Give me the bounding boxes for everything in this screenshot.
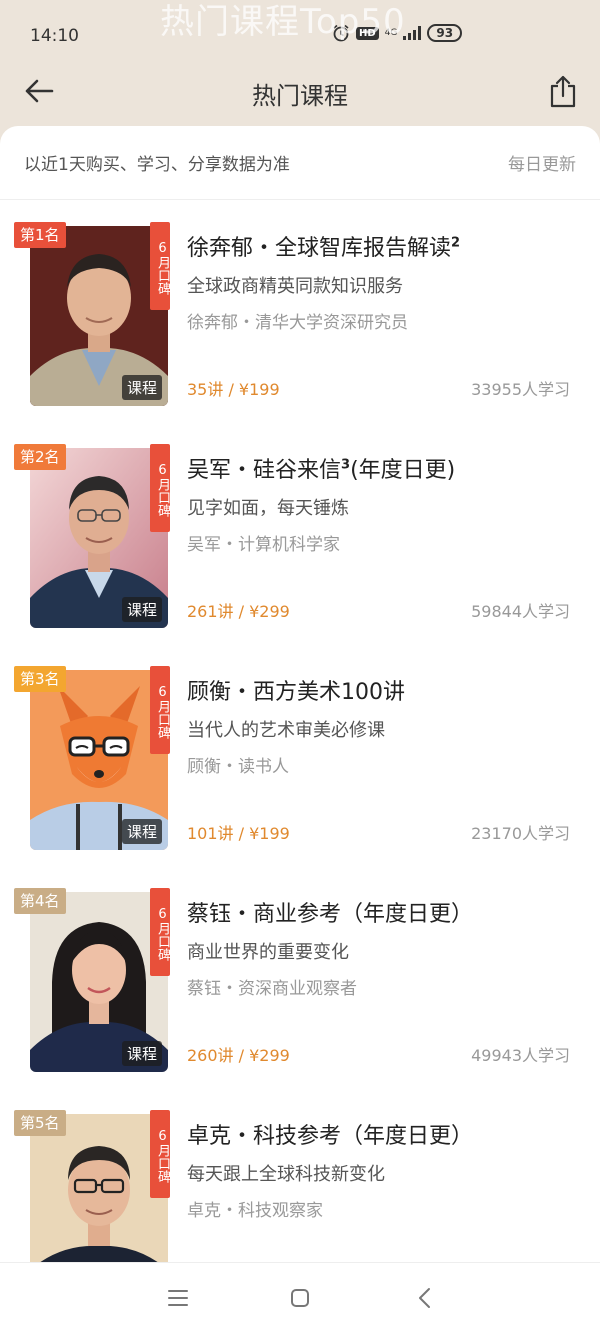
battery-icon: 93 xyxy=(427,24,463,42)
rank-badge: 第1名 xyxy=(14,222,66,248)
course-price: 101讲 / ¥199 xyxy=(187,824,290,843)
month-reputation-badge: 6月口碑 xyxy=(150,444,170,532)
watermark: 热门课程Top50 xyxy=(160,2,406,42)
course-cover[interactable]: 课程 xyxy=(30,892,168,1072)
nav-bar: 热门课程 xyxy=(0,60,600,124)
page-title: 热门课程 xyxy=(252,82,348,110)
course-cover[interactable] xyxy=(30,1114,168,1262)
status-time: 14:10 xyxy=(30,26,79,46)
rank-badge: 第4名 xyxy=(14,888,66,914)
course-type-badge: 课程 xyxy=(121,1041,162,1066)
course-learners: 23170人学习 xyxy=(471,824,570,843)
course-title: 蔡钰・商业参考（年度日更） xyxy=(187,902,474,927)
course-learners: 49943人学习 xyxy=(471,1046,570,1065)
system-navigation-bar xyxy=(0,1262,600,1333)
instructor-portrait xyxy=(30,1114,168,1262)
share-icon[interactable] xyxy=(548,74,578,108)
course-type-badge: 课程 xyxy=(121,819,162,844)
month-reputation-badge: 6月口碑 xyxy=(150,666,170,754)
menu-icon[interactable] xyxy=(165,1285,191,1311)
course-item[interactable]: 课程 第1名 6月口碑 徐奔郁・全球智库报告解读2 全球政商精英同款知识服务 徐… xyxy=(0,208,600,430)
course-author: 徐奔郁・清华大学资深研究员 xyxy=(187,313,408,333)
rank-badge: 第2名 xyxy=(14,444,66,470)
course-item[interactable]: 课程 第2名 6月口碑 吴军・硅谷来信3(年度日更) 见字如面，每天锤炼 吴军・… xyxy=(0,430,600,652)
course-subtitle: 每天跟上全球科技新变化 xyxy=(187,1164,385,1185)
back-chevron-icon[interactable] xyxy=(412,1285,438,1311)
course-author: 顾衡・读书人 xyxy=(187,757,289,777)
rank-badge: 第5名 xyxy=(14,1110,66,1136)
course-author: 吴军・计算机科学家 xyxy=(187,535,340,555)
course-title: 卓克・科技参考（年度日更） xyxy=(187,1124,474,1149)
signal-icon xyxy=(403,26,422,40)
course-cover[interactable]: 课程 xyxy=(30,226,168,406)
course-title: 吴军・硅谷来信3(年度日更) xyxy=(187,457,456,483)
ranking-basis-text: 以近1天购买、学习、分享数据为准 xyxy=(24,155,290,175)
month-reputation-badge: 6月口碑 xyxy=(150,888,170,976)
course-price: 260讲 / ¥299 xyxy=(187,1046,290,1065)
course-learners: 33955人学习 xyxy=(471,380,570,399)
course-subtitle: 全球政商精英同款知识服务 xyxy=(187,276,403,297)
course-title: 顾衡・西方美术100讲 xyxy=(187,680,405,705)
update-frequency-text: 每日更新 xyxy=(508,155,576,175)
course-title: 徐奔郁・全球智库报告解读2 xyxy=(187,235,461,261)
course-learners: 59844人学习 xyxy=(471,602,570,621)
course-type-badge: 课程 xyxy=(121,375,162,400)
course-subtitle: 当代人的艺术审美必修课 xyxy=(187,720,385,741)
course-author: 蔡钰・资深商业观察者 xyxy=(187,979,357,999)
course-price: 35讲 / ¥199 xyxy=(187,380,280,399)
ranking-info-row: 以近1天购买、学习、分享数据为准 每日更新 xyxy=(0,126,600,200)
course-cover[interactable]: 课程 xyxy=(30,670,168,850)
month-reputation-badge: 6月口碑 xyxy=(150,1110,170,1198)
course-item[interactable]: 课程 第3名 6月口碑 顾衡・西方美术100讲 当代人的艺术审美必修课 顾衡・读… xyxy=(0,652,600,874)
course-cover[interactable]: 课程 xyxy=(30,448,168,628)
month-reputation-badge: 6月口碑 xyxy=(150,222,170,310)
course-subtitle: 商业世界的重要变化 xyxy=(187,942,349,963)
course-type-badge: 课程 xyxy=(121,597,162,622)
course-price: 261讲 / ¥299 xyxy=(187,602,290,621)
course-item[interactable]: 第5名 6月口碑 卓克・科技参考（年度日更） 每天跟上全球科技新变化 卓克・科技… xyxy=(0,1096,600,1262)
course-list-panel: 以近1天购买、学习、分享数据为准 每日更新 课程 第1名 6月口碑 徐奔郁・全球… xyxy=(0,126,600,1262)
course-subtitle: 见字如面，每天锤炼 xyxy=(187,498,349,519)
course-item[interactable]: 课程 第4名 6月口碑 蔡钰・商业参考（年度日更） 商业世界的重要变化 蔡钰・资… xyxy=(0,874,600,1096)
home-square-icon[interactable] xyxy=(287,1285,313,1311)
rank-badge: 第3名 xyxy=(14,666,66,692)
course-author: 卓克・科技观察家 xyxy=(187,1201,323,1221)
